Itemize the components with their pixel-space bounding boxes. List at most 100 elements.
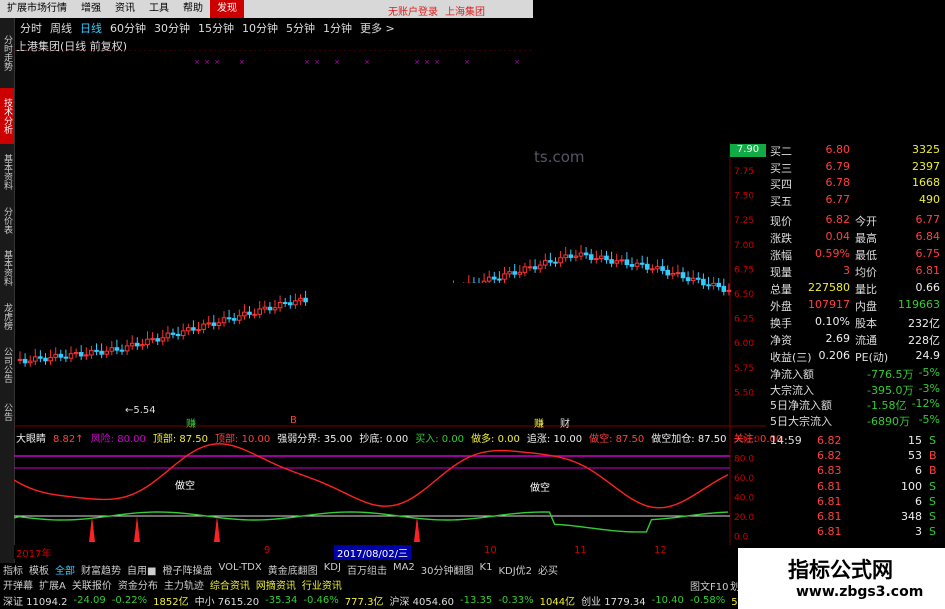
period-more[interactable]: 更多 > [356, 20, 399, 36]
indicator-tab[interactable]: 橙子阵操盘 [159, 562, 215, 577]
bottom-tab[interactable]: 综合资讯 [207, 577, 253, 592]
period-day[interactable]: 日线 [76, 20, 106, 36]
bottom-tab[interactable]: 行业资讯 [299, 577, 345, 592]
indicator-tab[interactable]: 全部 [52, 562, 78, 577]
flow-value: -6890万 [867, 414, 910, 428]
left-tab-notice[interactable]: 公告 [0, 394, 14, 430]
period-10m[interactable]: 10分钟 [238, 20, 282, 36]
stat-value: 107917 [808, 298, 850, 311]
tick-volume: 100 [901, 479, 922, 493]
menu-item-discover[interactable]: 发现 [210, 0, 244, 18]
status-item: -10.40 [651, 595, 684, 606]
status-item: -24.09 [73, 595, 106, 606]
candle-body [639, 262, 645, 265]
tick-row: 6.81 6 S [767, 495, 943, 511]
candle-body [267, 306, 273, 311]
login-link[interactable]: 无账户登录 [388, 3, 438, 18]
f10-button[interactable]: 图文F10 [690, 578, 728, 593]
indicator-tab[interactable]: K1 [477, 562, 496, 577]
indicator-tab[interactable]: MA2 [390, 562, 418, 577]
menu-item-news[interactable]: 资讯 [108, 0, 142, 18]
indicator-tab[interactable]: KDJ优2 [495, 562, 535, 577]
candle-body [221, 317, 227, 324]
indicator-tab[interactable]: 模板 [26, 562, 52, 577]
period-timeshare[interactable]: 分时 [16, 20, 46, 36]
bid-volume: 2397 [912, 159, 940, 173]
period-1m[interactable]: 1分钟 [319, 20, 356, 36]
menu-item-help[interactable]: 帮助 [176, 0, 210, 18]
candle-body [140, 344, 145, 347]
indicator-tab[interactable]: 自用■ [124, 562, 159, 577]
obscured-area [533, 0, 945, 142]
low-price-value: 5.54 [133, 405, 156, 416]
menu-item-tools[interactable]: 工具 [142, 0, 176, 18]
price-axis-label: 6.25 [734, 315, 754, 325]
candle-body [201, 323, 206, 330]
left-tab-tech-analysis[interactable]: 技术分析 [0, 88, 14, 144]
signal-dot: × [424, 58, 430, 66]
bid-volume: 490 [919, 192, 940, 206]
flow-percent: -5% [918, 412, 940, 426]
signal-dot: × [364, 58, 370, 66]
indicator-tab[interactable]: 指标 [0, 562, 26, 577]
bottom-tab[interactable]: 资金分布 [115, 577, 161, 592]
period-5m[interactable]: 5分钟 [282, 20, 319, 36]
stock-link[interactable]: 上海集团 [445, 3, 485, 18]
candle-body [486, 276, 492, 282]
indicator-label: 抄底: 0.00 [359, 434, 409, 445]
left-tab-announcement[interactable]: 公司公告 [0, 340, 14, 390]
left-tab-basic[interactable]: 基本资料 [0, 148, 14, 196]
tick-price: 6.81 [817, 525, 842, 539]
bid-row: 买五 6.77 490 [767, 193, 943, 209]
candle-body [84, 354, 89, 357]
indicator-tab[interactable]: 财富趋势 [78, 562, 124, 577]
candle-body [537, 264, 543, 270]
left-tab-dragon-tiger[interactable]: 龙虎榜 [0, 296, 14, 336]
candle-body [563, 254, 569, 259]
status-item: 1044亿 [539, 597, 576, 608]
bottom-tab[interactable]: 开弹幕 [0, 577, 36, 592]
candle-body [650, 268, 655, 271]
stat-label: 现量 [770, 266, 792, 279]
indicator-tab[interactable]: 百万组击 [344, 562, 390, 577]
period-60m[interactable]: 60分钟 [106, 20, 150, 36]
stat-label: 流通 [855, 334, 877, 347]
menu-item-market[interactable]: 扩展市场行情 [0, 0, 74, 18]
low-price-label: ←5.54 [125, 405, 156, 416]
bottom-tab[interactable]: 扩展A [36, 577, 69, 592]
flow-value: -776.5万 [867, 368, 914, 381]
indicator-tab[interactable]: 黄金底翻图 [265, 562, 321, 577]
candle-body [27, 360, 33, 364]
period-15m[interactable]: 15分钟 [194, 20, 238, 36]
left-tab-timeshare[interactable]: 分时走势 [0, 22, 14, 84]
bid-label: 买四 [770, 178, 792, 191]
candle-body [129, 342, 135, 347]
candle-body [665, 269, 671, 276]
indicator-tab[interactable]: VOL-TDX [215, 562, 264, 577]
candle-body [104, 350, 110, 355]
stat-value: 24.9 [915, 349, 941, 362]
left-tab-profile[interactable]: 基本资料 [0, 244, 14, 292]
bottom-tab[interactable]: 主力轨迹 [161, 577, 207, 592]
candle-body [619, 259, 625, 262]
period-30m[interactable]: 30分钟 [150, 20, 194, 36]
left-tab-price-table[interactable]: 分价表 [0, 200, 14, 240]
candle-body [58, 353, 64, 358]
indicator-tab[interactable]: 必买 [535, 562, 561, 577]
candle-body [262, 306, 268, 310]
candle-body [655, 266, 660, 270]
left-tabs: 分时走势 技术分析 基本资料 分价表 基本资料 龙虎榜 公司公告 公告 [0, 18, 15, 563]
candle-body [78, 352, 84, 357]
tick-side: B [929, 449, 937, 463]
period-week[interactable]: 周线 [46, 20, 76, 36]
menu-item-enhance[interactable]: 增强 [74, 0, 108, 18]
bottom-tab[interactable]: 网摘资讯 [253, 577, 299, 592]
flow-row: 大宗流入 -395.0万 -3% [767, 382, 943, 398]
stat-value: 228亿 [908, 334, 940, 347]
indicator-tab[interactable]: KDJ [321, 562, 344, 577]
signal-dot: × [414, 58, 420, 66]
bottom-tab[interactable]: 关联报价 [69, 577, 115, 592]
candle-body [711, 282, 716, 287]
candle-body [594, 258, 599, 261]
indicator-tab[interactable]: 30分钟翻图 [418, 562, 477, 577]
